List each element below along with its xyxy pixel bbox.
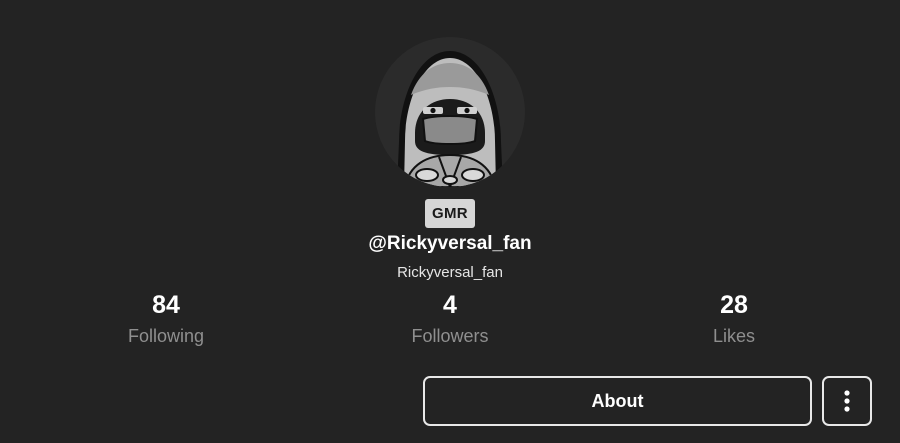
hooded-character-avatar-icon <box>375 37 525 187</box>
role-badge: GMR <box>425 199 475 228</box>
stat-value: 84 <box>152 291 180 319</box>
avatar[interactable] <box>375 37 525 187</box>
stat-label: Likes <box>712 326 756 346</box>
display-name: Rickyversal_fan <box>397 264 503 281</box>
more-options-button[interactable] <box>822 376 872 426</box>
more-vertical-icon <box>844 390 850 412</box>
stat-value: 28 <box>720 291 748 319</box>
stat-label: Followers <box>411 326 489 346</box>
stat-followers[interactable]: 4 Followers <box>350 290 550 348</box>
username-handle: @Rickyversal_fan <box>368 233 532 254</box>
profile-page: GMR @Rickyversal_fan Rickyversal_fan 84 … <box>0 0 900 443</box>
stat-value: 4 <box>443 291 457 319</box>
stat-label: Following <box>127 326 205 346</box>
stat-likes[interactable]: 28 Likes <box>634 290 834 348</box>
stat-following[interactable]: 84 Following <box>66 290 266 348</box>
about-button[interactable]: About <box>423 376 812 426</box>
